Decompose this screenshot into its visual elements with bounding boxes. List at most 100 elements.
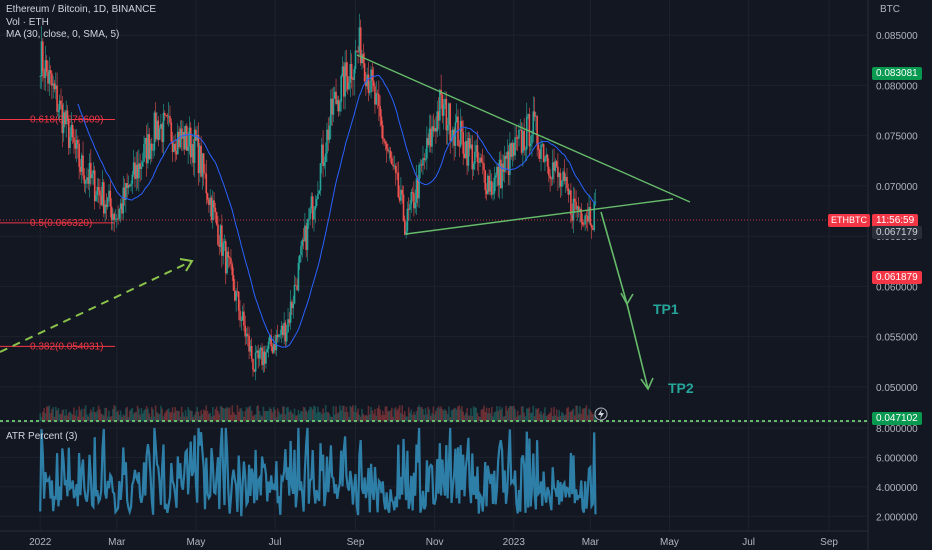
candle-body: [493, 177, 496, 194]
atr-tick: 2.000000: [876, 512, 918, 523]
candle-body: [363, 63, 366, 82]
atr-legend: ATR Percent (3): [6, 431, 78, 442]
candle-body: [39, 76, 42, 77]
time-tick: Jul: [742, 537, 755, 548]
candle-body: [384, 141, 387, 144]
candle-body: [57, 110, 60, 112]
symbol-tag: ETHBTC: [828, 214, 870, 227]
candle-body: [239, 310, 241, 321]
candle-body: [82, 155, 84, 176]
candle-body: [228, 257, 231, 259]
atr-line: [39, 427, 597, 517]
candle-body: [215, 212, 218, 225]
candle-body: [332, 98, 335, 115]
candle-body: [130, 183, 132, 187]
candle-body: [585, 215, 588, 217]
candle-body: [424, 158, 427, 160]
candle-body: [317, 193, 319, 200]
candle-body: [394, 165, 397, 173]
candle-body: [540, 144, 542, 159]
candle-body: [594, 201, 597, 203]
price-axis[interactable]: 0.0850000.0800000.0750000.0700000.065000…: [876, 31, 918, 394]
candle-body: [315, 199, 318, 207]
candle-body: [300, 245, 302, 256]
lightning-icon[interactable]: [594, 407, 608, 421]
candle-body: [474, 151, 476, 164]
candle-body: [205, 173, 208, 194]
candle-body: [174, 143, 176, 151]
time-tick: 2023: [503, 537, 526, 548]
atr-axis[interactable]: 8.000000 6.000000 4.000000 2.000000: [876, 424, 918, 523]
candle-body: [381, 125, 384, 139]
dashed-arrow[interactable]: [0, 260, 193, 353]
candle-body: [131, 174, 134, 184]
candle-body: [367, 74, 370, 93]
candle-body: [533, 111, 536, 117]
candle-body: [593, 202, 596, 230]
candle-body: [95, 195, 97, 202]
candle-body: [217, 224, 219, 245]
candle-body: [232, 275, 235, 291]
candle-body: [187, 146, 189, 151]
arrow-tp1[interactable]: [600, 211, 628, 305]
candle-body: [295, 284, 297, 286]
time-axis[interactable]: 2022 Mar May Jul Sep Nov 2023 Mar May Jul Sep: [29, 537, 838, 548]
candle-body: [227, 251, 230, 258]
candle-body: [548, 166, 550, 176]
price-tag-green-bottom: 0.047102: [872, 412, 922, 425]
candle-body: [414, 202, 416, 209]
candle-body: [442, 104, 445, 116]
candle-body: [231, 264, 234, 276]
candle-body: [524, 149, 527, 151]
candle-body: [45, 60, 48, 72]
time-tick: May: [660, 537, 679, 548]
candle-body: [449, 103, 452, 141]
price-tick: 0.055000: [876, 333, 918, 344]
candle-body: [483, 163, 485, 171]
chart-canvas[interactable]: 0.618(0.076609)0.5(0.066320)0.382(0.0540…: [0, 0, 932, 550]
candle-body: [254, 352, 257, 372]
candle-body: [222, 242, 224, 256]
time-tick: 2022: [29, 537, 52, 548]
candle-body: [353, 68, 356, 80]
candle-body: [78, 143, 80, 167]
candle-body: [380, 116, 383, 126]
time-tick: Jul: [269, 537, 282, 548]
candle-body: [152, 150, 154, 152]
candle-body: [265, 352, 267, 364]
candle-body: [158, 128, 161, 140]
candle-body: [350, 63, 353, 79]
candle-body: [402, 194, 405, 221]
candle-body: [298, 255, 301, 263]
upper-trendline[interactable]: [356, 54, 691, 203]
candle-body: [240, 320, 243, 322]
candle-body: [354, 50, 357, 69]
candle-body: [348, 82, 350, 90]
arrow-tp2[interactable]: [626, 303, 649, 390]
candle-body: [73, 137, 75, 143]
candle-body: [544, 158, 546, 163]
candle-body: [71, 124, 74, 138]
candle-body: [515, 137, 518, 139]
candle-body: [309, 208, 311, 219]
candle-body: [319, 163, 322, 191]
candle-body: [314, 206, 317, 211]
tp1-label: TP1: [653, 301, 679, 317]
price-tick: 0.075000: [876, 132, 918, 143]
candle-body: [537, 144, 540, 150]
arrow-tp1-head: [620, 292, 634, 306]
candle-body: [356, 50, 358, 52]
candle-body: [297, 262, 300, 291]
candle-body: [572, 198, 575, 221]
candle-body: [250, 345, 253, 359]
candle-body: [411, 192, 414, 194]
candle-body: [391, 158, 393, 165]
candle-body: [492, 193, 494, 195]
candle-body: [243, 311, 245, 326]
candle-body: [214, 207, 217, 213]
lower-trendline[interactable]: [405, 198, 674, 235]
candle-body: [313, 210, 315, 220]
candle-body: [279, 334, 282, 336]
candle-body: [42, 41, 44, 72]
candle-body: [169, 116, 171, 123]
